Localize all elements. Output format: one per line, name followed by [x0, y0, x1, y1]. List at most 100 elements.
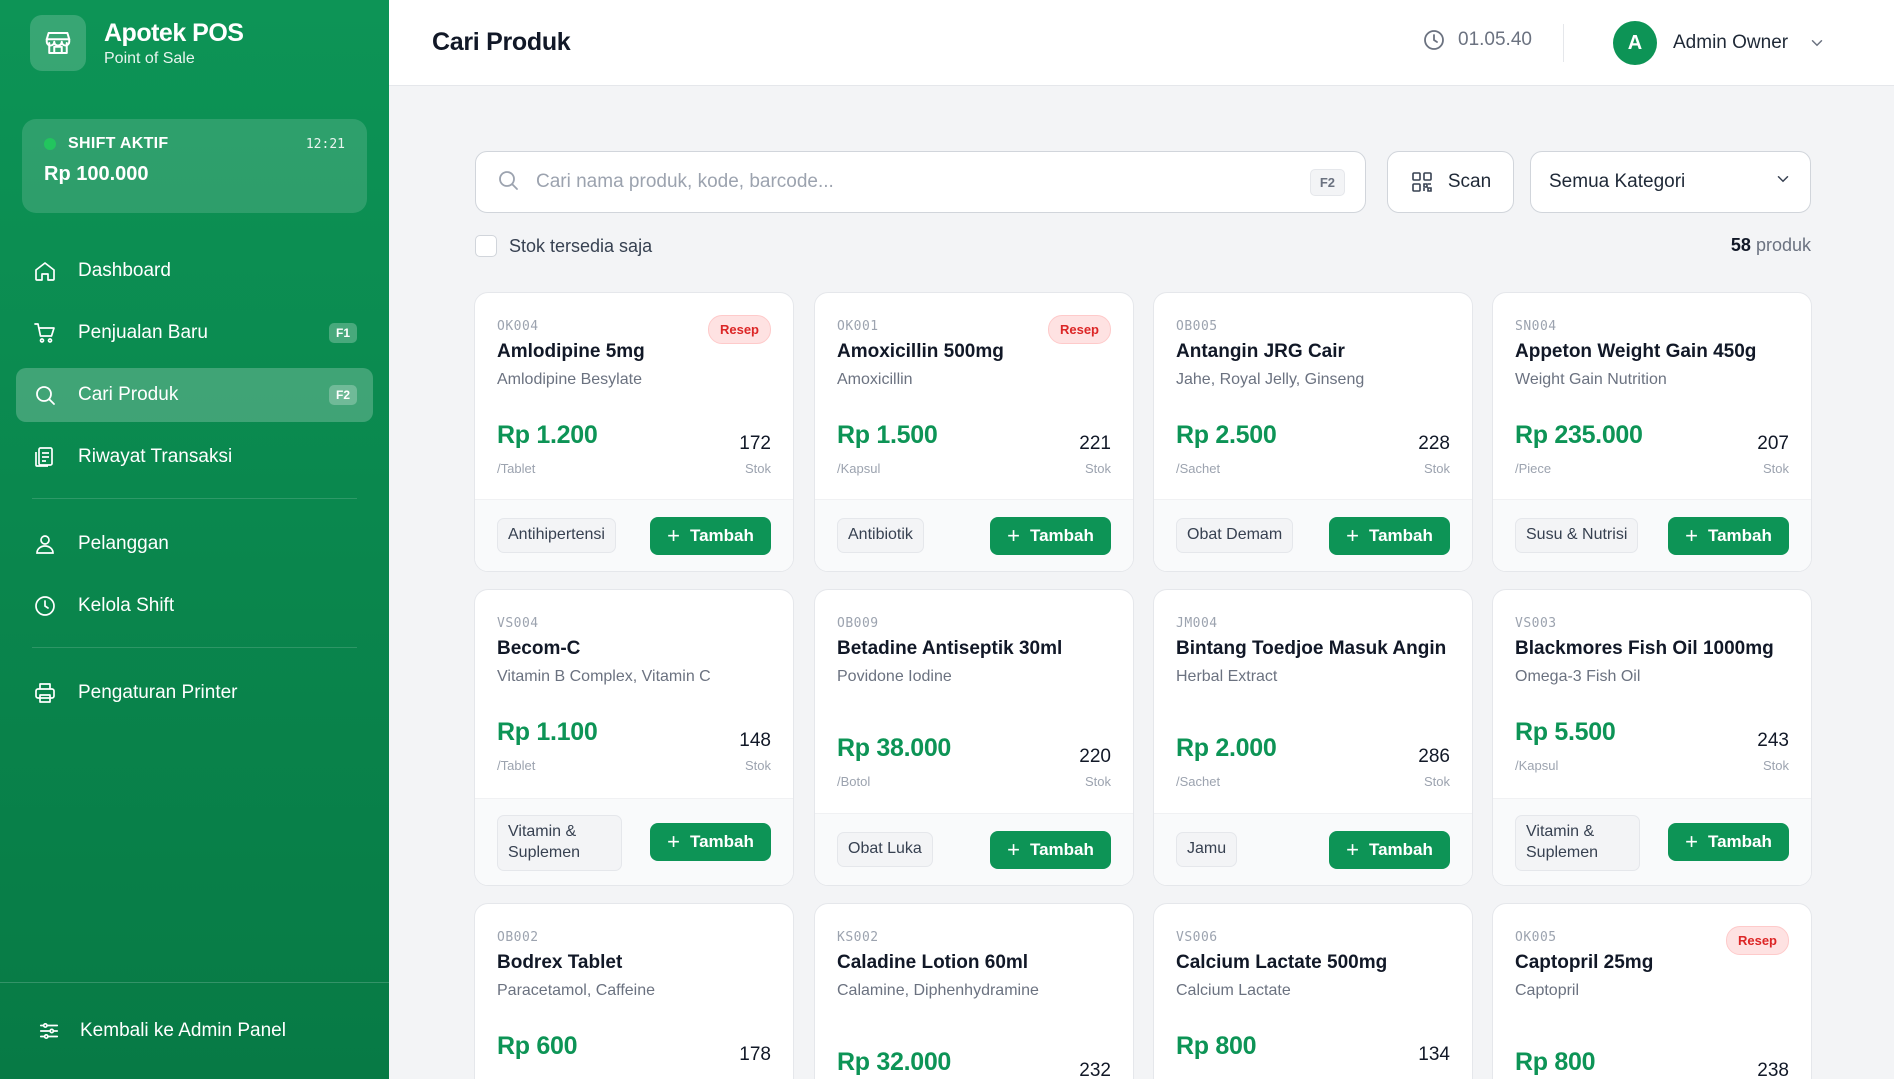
product-card[interactable]: VS003 Blackmores Fish Oil 1000mg Omega-3…: [1492, 589, 1812, 886]
printer-icon: [32, 680, 58, 706]
product-card[interactable]: OB009 Betadine Antiseptik 30ml Povidone …: [814, 589, 1134, 886]
sidebar-item-label: Kelola Shift: [78, 595, 175, 616]
category-badge: Obat Demam: [1176, 518, 1294, 553]
search-shortcut-badge: F2: [1309, 168, 1345, 196]
product-card[interactable]: OB005 Antangin JRG Cair Jahe, Royal Jell…: [1153, 292, 1473, 572]
plus-icon: +: [1007, 837, 1020, 862]
sidebar-item-pengaturan-printer[interactable]: Pengaturan Printer: [16, 666, 373, 720]
add-button[interactable]: + Tambah: [650, 517, 771, 555]
product-stock: 207: [1757, 433, 1789, 454]
product-unit: /Botol: [837, 774, 871, 789]
product-card[interactable]: VS004 Becom-C Vitamin B Complex, Vitamin…: [474, 589, 794, 886]
back-to-admin-label: Kembali ke Admin Panel: [80, 1020, 286, 1041]
product-price: Rp 600: [497, 1032, 578, 1060]
product-price: Rp 1.500: [837, 421, 938, 449]
product-card[interactable]: KS002 Caladine Lotion 60ml Calamine, Dip…: [814, 903, 1134, 1079]
product-generic: Paracetamol, Caffeine: [497, 982, 656, 999]
product-name: Blackmores Fish Oil 1000mg: [1515, 638, 1774, 659]
resep-badge: Resep: [1047, 315, 1111, 344]
product-price: Rp 1.200: [497, 421, 598, 449]
product-card[interactable]: OK005 Resep Captopril 25mg Captopril Rp …: [1492, 903, 1812, 1079]
product-code: OK001: [837, 319, 879, 334]
plus-icon: +: [1685, 523, 1698, 548]
top-header: Cari Produk 01.05.40 A Admin Owner: [389, 0, 1894, 86]
category-badge: Vitamin & Suplemen: [1515, 815, 1640, 871]
product-name: Calcium Lactate 500mg: [1176, 952, 1388, 973]
product-code: OB002: [497, 930, 539, 945]
sidebar-item-label: Pelanggan: [78, 533, 169, 554]
product-card[interactable]: OB002 Bodrex Tablet Paracetamol, Caffein…: [474, 903, 794, 1079]
product-code: OK004: [497, 319, 539, 334]
product-name: Captopril 25mg: [1515, 952, 1654, 973]
qr-code-icon: [1412, 172, 1432, 192]
nav-divider: [32, 498, 357, 499]
product-stock: 148: [739, 730, 771, 751]
product-generic: Povidone Iodine: [837, 668, 952, 685]
add-button[interactable]: + Tambah: [1668, 823, 1789, 861]
product-code: JM004: [1176, 616, 1218, 631]
product-name: Bintang Toedjoe Masuk Angin: [1176, 638, 1447, 659]
add-button[interactable]: + Tambah: [1329, 831, 1450, 869]
shift-card: SHIFT AKTIF 12:21 Rp 100.000: [22, 119, 367, 213]
product-generic: Weight Gain Nutrition: [1515, 371, 1667, 388]
product-name: Amlodipine 5mg: [497, 341, 645, 362]
user-icon: [32, 531, 58, 557]
product-card[interactable]: JM004 Bintang Toedjoe Masuk Angin Herbal…: [1153, 589, 1473, 886]
clock: 01.05.40: [1422, 28, 1532, 52]
shortcut-badge: F1: [328, 323, 357, 343]
back-to-admin-button[interactable]: Kembali ke Admin Panel: [0, 982, 389, 1079]
shift-amount: Rp 100.000: [44, 163, 149, 185]
sidebar-item-pelanggan[interactable]: Pelanggan: [16, 517, 373, 571]
product-name: Antangin JRG Cair: [1176, 341, 1345, 362]
product-card[interactable]: OK001 Resep Amoxicillin 500mg Amoxicilli…: [814, 292, 1134, 572]
search-box: F2: [475, 151, 1366, 213]
sidebar: Apotek POS Point of Sale SHIFT AKTIF 12:…: [0, 0, 389, 1079]
add-button[interactable]: + Tambah: [990, 517, 1111, 555]
sidebar-item-dashboard[interactable]: Dashboard: [16, 244, 373, 298]
product-generic: Amoxicillin: [837, 371, 913, 388]
category-badge: Jamu: [1176, 832, 1238, 867]
product-code: VS003: [1515, 616, 1557, 631]
product-unit: /Sachet: [1176, 774, 1221, 789]
sidebar-item-cari-produk[interactable]: Cari Produk F2: [16, 368, 373, 422]
sidebar-item-riwayat-transaksi[interactable]: Riwayat Transaksi: [16, 430, 373, 484]
product-stock: 178: [739, 1044, 771, 1065]
sidebar-item-penjualan-baru[interactable]: Penjualan Baru F1: [16, 306, 373, 360]
product-grid: OK004 Resep Amlodipine 5mg Amlodipine Be…: [474, 292, 1812, 1079]
nav-divider: [32, 647, 357, 648]
chevron-down-icon: [1808, 34, 1826, 52]
add-button[interactable]: + Tambah: [990, 831, 1111, 869]
product-card[interactable]: SN004 Appeton Weight Gain 450g Weight Ga…: [1492, 292, 1812, 572]
category-select[interactable]: Semua Kategori: [1530, 151, 1811, 213]
header-divider: [1563, 24, 1564, 62]
cart-icon: [32, 320, 58, 346]
product-card[interactable]: VS006 Calcium Lactate 500mg Calcium Lact…: [1153, 903, 1473, 1079]
product-count-label: produk: [1755, 235, 1811, 255]
in-stock-filter[interactable]: Stok tersedia saja: [475, 235, 652, 257]
user-menu[interactable]: A Admin Owner: [1613, 21, 1826, 65]
search-icon: [32, 382, 58, 408]
product-card[interactable]: OK004 Resep Amlodipine 5mg Amlodipine Be…: [474, 292, 794, 572]
product-stock: 238: [1757, 1060, 1789, 1079]
add-button[interactable]: + Tambah: [1668, 517, 1789, 555]
scan-button[interactable]: Scan: [1387, 151, 1514, 213]
product-code: VS004: [497, 616, 539, 631]
product-generic: Jahe, Royal Jelly, Ginseng: [1176, 371, 1365, 388]
plus-icon: +: [1346, 837, 1359, 862]
product-stock: 220: [1079, 746, 1111, 767]
product-unit: /Kapsul: [1515, 758, 1559, 773]
add-button[interactable]: + Tambah: [1329, 517, 1450, 555]
product-generic: Calamine, Diphenhydramine: [837, 982, 1039, 999]
product-generic: Calcium Lactate: [1176, 982, 1291, 999]
search-input[interactable]: [536, 171, 1310, 193]
status-dot-icon: [44, 138, 56, 150]
app-title: Apotek POS: [104, 18, 244, 47]
sidebar-item-kelola-shift[interactable]: Kelola Shift: [16, 579, 373, 633]
sidebar-item-label: Dashboard: [78, 260, 171, 281]
stock-label: Stok: [1423, 461, 1450, 476]
shift-time: 12:21: [305, 136, 345, 152]
stock-label: Stok: [1762, 758, 1789, 773]
add-button[interactable]: + Tambah: [650, 823, 771, 861]
in-stock-checkbox[interactable]: [475, 235, 497, 257]
product-generic: Herbal Extract: [1176, 668, 1278, 685]
